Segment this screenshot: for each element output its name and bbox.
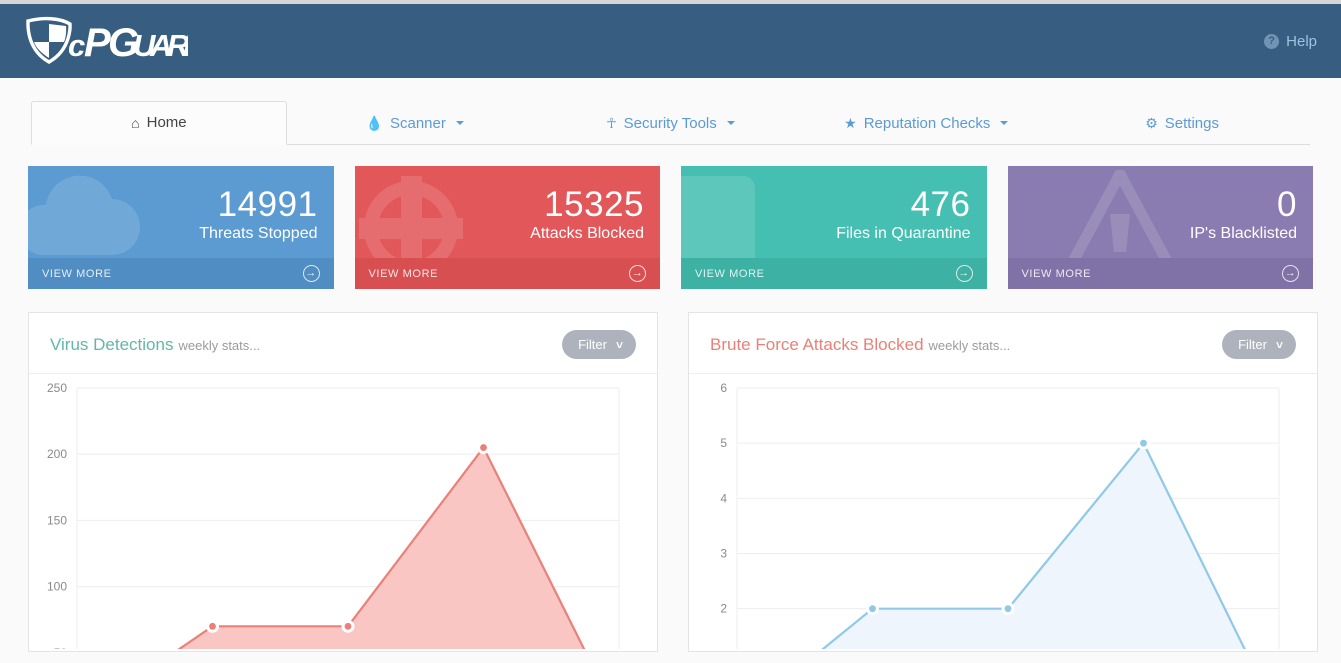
app-logo[interactable]: c P G U A R D bbox=[20, 15, 188, 67]
svg-text:c: c bbox=[68, 28, 85, 63]
svg-text:150: 150 bbox=[47, 513, 67, 527]
stat-label: Threats Stopped bbox=[199, 225, 318, 242]
arrow-right-icon: → bbox=[302, 265, 320, 282]
filter-button-brute-force[interactable]: Filter ˅ bbox=[1222, 330, 1296, 359]
panel-header: Brute Force Attacks Blocked weekly stats.… bbox=[689, 313, 1317, 374]
stat-label: Attacks Blocked bbox=[530, 225, 644, 242]
star-icon: ★ bbox=[844, 115, 857, 131]
panel-title-text: Virus Detections bbox=[50, 334, 174, 354]
panel-subtitle: weekly stats... bbox=[178, 337, 261, 353]
panel-virus-detections: Virus Detections weekly stats... Filter ˅… bbox=[28, 312, 658, 652]
chart-svg: 50 100 150 200 250 bbox=[47, 381, 620, 649]
tab-scanner[interactable]: 💧 Scanner bbox=[287, 101, 543, 145]
tab-settings-label: Settings bbox=[1164, 114, 1219, 132]
panel-subtitle: weekly stats... bbox=[928, 337, 1011, 353]
arrow-right-icon: → bbox=[955, 265, 973, 282]
stat-value: 14991 bbox=[217, 185, 318, 224]
gear-icon: ⚙ bbox=[1145, 115, 1158, 131]
stat-card-body: 476 Files in Quarantine bbox=[681, 166, 987, 258]
tab-security-tools[interactable]: ☥ Security Tools bbox=[543, 101, 799, 145]
tab-reputation-checks-label: Reputation Checks bbox=[863, 114, 991, 132]
svg-text:2: 2 bbox=[720, 602, 727, 616]
main-nav: ⌂ Home 💧 Scanner ☥ Security Tools ★ Repu… bbox=[31, 100, 1310, 145]
chevron-down-icon: ˅ bbox=[615, 337, 623, 352]
arrow-right-icon: → bbox=[629, 265, 646, 282]
chart-brute-force: 123456 bbox=[689, 374, 1317, 649]
tab-scanner-label: Scanner bbox=[389, 114, 446, 132]
view-more-label: VIEW MORE bbox=[368, 267, 439, 280]
tab-home[interactable]: ⌂ Home bbox=[31, 101, 287, 145]
filter-label: Filter bbox=[578, 337, 607, 352]
stat-card-files-in-quarantine[interactable]: 476 Files in Quarantine VIEW MORE → bbox=[681, 166, 987, 289]
stat-card-footer[interactable]: VIEW MORE → bbox=[354, 258, 660, 289]
panel-title-text: Brute Force Attacks Blocked bbox=[710, 334, 924, 354]
help-label: Help bbox=[1286, 32, 1317, 50]
stat-card-body: 15325 Attacks Blocked bbox=[355, 166, 661, 258]
view-more-label: VIEW MORE bbox=[695, 267, 765, 280]
nav-wrapper: ⌂ Home 💧 Scanner ☥ Security Tools ★ Repu… bbox=[0, 78, 1341, 145]
stat-label: Files in Quarantine bbox=[836, 225, 971, 242]
chart-panels: Virus Detections weekly stats... Filter ˅… bbox=[0, 289, 1341, 652]
home-icon: ⌂ bbox=[131, 114, 140, 131]
stat-card-footer[interactable]: VIEW MORE → bbox=[1007, 258, 1313, 289]
stat-value: 15325 bbox=[544, 185, 644, 224]
svg-text:250: 250 bbox=[47, 381, 67, 395]
panel-title: Virus Detections weekly stats... bbox=[50, 335, 260, 355]
stat-cards: 14991 Threats Stopped VIEW MORE → 15325 … bbox=[0, 145, 1341, 289]
arrow-right-icon: → bbox=[1282, 265, 1299, 282]
panel-title: Brute Force Attacks Blocked weekly stats.… bbox=[710, 335, 1010, 355]
view-more-label: VIEW MORE bbox=[42, 267, 112, 280]
svg-text:50: 50 bbox=[54, 646, 68, 649]
tab-home-label: Home bbox=[146, 114, 187, 131]
shield-icon: c P G U A R D bbox=[26, 16, 188, 65]
app-header: c P G U A R D ? Help bbox=[0, 4, 1341, 78]
question-circle-icon: ? bbox=[1264, 33, 1280, 49]
chart-virus-detections: 50 100 150 200 250 bbox=[29, 374, 657, 649]
tab-settings[interactable]: ⚙ Settings bbox=[1054, 101, 1310, 145]
svg-text:200: 200 bbox=[47, 447, 67, 461]
stat-card-ips-blacklisted[interactable]: 0 IP's Blacklisted VIEW MORE → bbox=[1007, 166, 1314, 289]
svg-text:D: D bbox=[183, 28, 188, 63]
chevron-down-icon bbox=[455, 121, 464, 125]
help-link[interactable]: ? Help bbox=[1264, 33, 1317, 50]
stat-card-body: 0 IP's Blacklisted bbox=[1008, 166, 1314, 258]
chevron-down-icon: ˅ bbox=[1275, 337, 1283, 352]
tab-reputation-checks[interactable]: ★ Reputation Checks bbox=[798, 101, 1054, 145]
magnet-icon: ☥ bbox=[606, 115, 617, 131]
stat-card-body: 14991 Threats Stopped bbox=[28, 166, 334, 258]
stat-card-attacks-blocked[interactable]: 15325 Attacks Blocked VIEW MORE → bbox=[354, 166, 661, 289]
svg-text:100: 100 bbox=[47, 580, 67, 594]
panel-header: Virus Detections weekly stats... Filter ˅ bbox=[29, 313, 657, 374]
stat-card-footer[interactable]: VIEW MORE → bbox=[28, 258, 334, 289]
stat-value: 0 bbox=[1277, 185, 1297, 224]
stat-label: IP's Blacklisted bbox=[1189, 225, 1297, 242]
filter-label: Filter bbox=[1238, 337, 1267, 352]
filter-button-virus[interactable]: Filter ˅ bbox=[562, 330, 636, 359]
chevron-down-icon bbox=[726, 121, 735, 125]
svg-text:3: 3 bbox=[720, 547, 727, 561]
svg-text:4: 4 bbox=[720, 491, 727, 505]
tab-security-tools-label: Security Tools bbox=[623, 114, 717, 132]
chevron-down-icon bbox=[1000, 121, 1009, 125]
stat-value: 476 bbox=[910, 185, 971, 224]
chart-svg: 123456 bbox=[720, 381, 1280, 649]
svg-text:P: P bbox=[84, 21, 111, 65]
panel-brute-force: Brute Force Attacks Blocked weekly stats.… bbox=[688, 312, 1318, 652]
stat-card-threats-stopped[interactable]: 14991 Threats Stopped VIEW MORE → bbox=[28, 166, 334, 289]
view-more-label: VIEW MORE bbox=[1021, 267, 1092, 280]
svg-text:5: 5 bbox=[720, 436, 727, 450]
stat-card-footer[interactable]: VIEW MORE → bbox=[681, 258, 987, 289]
fire-icon: 💧 bbox=[365, 115, 383, 131]
svg-text:6: 6 bbox=[720, 381, 727, 395]
